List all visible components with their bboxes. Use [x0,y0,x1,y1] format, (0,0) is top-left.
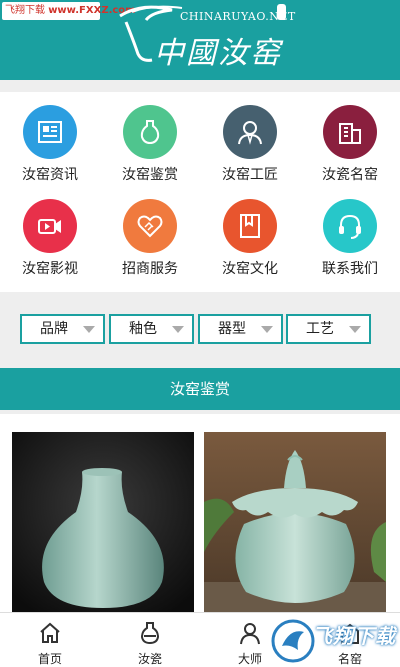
chevron-down-icon [261,326,273,333]
grid-label: 招商服务 [122,261,178,277]
site-logo: CHINARUYAO.NET 中國汝窑 [112,2,295,74]
grid-item-video[interactable]: 汝窑影视 [0,186,100,280]
news-icon [23,105,77,159]
chevron-down-icon [349,326,361,333]
grid-label: 联系我们 [322,261,378,277]
filter-label: 工艺 [306,321,334,337]
nav-label: 汝瓷 [137,652,162,666]
grid-label: 汝窑资讯 [22,167,78,183]
chevron-down-icon [172,326,184,333]
video-icon [23,199,77,253]
grid-item-appreciation[interactable]: 汝窑鉴赏 [100,92,200,186]
grid-label: 汝窑鉴赏 [122,167,178,183]
grid-label: 汝窑文化 [222,261,278,277]
grid-item-craftsman[interactable]: 汝窑工匠 [200,92,300,186]
grid-item-investment[interactable]: 招商服务 [100,186,200,280]
headset-icon [323,199,377,253]
watermark-bottom: 飞翔下载 [268,614,400,667]
watermark-site: 飞翔下载 [5,5,45,16]
grid-label: 汝窑影视 [22,261,78,277]
section-title: 汝窑鉴赏 [0,368,400,410]
grid-item-culture[interactable]: 汝窑文化 [200,186,300,280]
app-header: 飞翔下载 www.FXXZ.com CHINARUYAO.NET 中國汝窑 [0,0,400,80]
grid-label: 汝窑工匠 [222,167,278,183]
product-image-vase [12,432,194,614]
handshake-icon [123,199,177,253]
product-card[interactable] [12,432,194,614]
grid-item-contact[interactable]: 联系我们 [300,186,400,280]
building-icon [323,105,377,159]
watermark-text: 飞翔下载 [312,624,396,648]
grid-label: 汝瓷名窑 [322,167,378,183]
watermark-logo-icon [271,619,315,663]
logo-english: CHINARUYAO.NET [180,10,296,23]
watermark-top: 飞翔下载 www.FXXZ.com [2,2,136,20]
book-icon [223,199,277,253]
filter-bar: 品牌 釉色 器型 工艺 [0,296,400,360]
grid-item-news[interactable]: 汝窑资讯 [0,92,100,186]
category-grid: 汝窑资讯 汝窑鉴赏 汝窑工匠 汝瓷名窑 汝窑影视 招商服务 汝窑文化 联系我们 [0,92,400,292]
filter-shape[interactable]: 器型 [198,314,283,344]
filter-craft[interactable]: 工艺 [286,314,371,344]
craftsman-icon [223,105,277,159]
master-icon [240,623,260,645]
filter-label: 品牌 [40,321,68,337]
nav-home[interactable]: 首页 [0,613,100,667]
product-card[interactable] [204,432,386,614]
vase-icon [140,622,160,645]
filter-label: 器型 [218,321,246,337]
nav-porcelain[interactable]: 汝瓷 [100,613,200,667]
product-image-lidded-jar [204,432,386,614]
product-list [0,414,400,620]
filter-label: 釉色 [129,321,157,337]
home-icon [40,622,60,643]
logo-chinese: 中國汝窑 [154,36,282,71]
grid-item-famous-kiln[interactable]: 汝瓷名窑 [300,92,400,186]
nav-label: 首页 [37,652,62,666]
chevron-down-icon [83,326,95,333]
vase-icon [123,105,177,159]
filter-brand[interactable]: 品牌 [20,314,105,344]
filter-glaze-color[interactable]: 釉色 [109,314,194,344]
